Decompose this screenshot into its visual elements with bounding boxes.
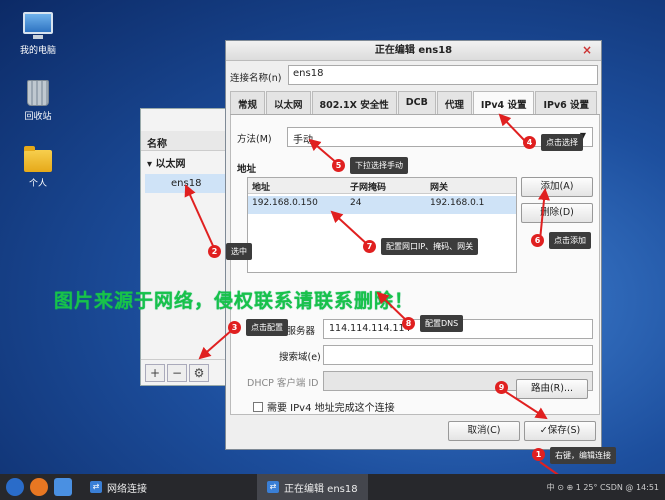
annotation-tip-1: 右键，编辑连接	[550, 447, 616, 464]
add-connection-button[interactable]: +	[145, 364, 165, 382]
dialog-titlebar: 正在编辑 ens18 ×	[226, 41, 601, 61]
tab-dcb[interactable]: DCB	[397, 91, 436, 114]
checkbox-box[interactable]	[253, 401, 263, 412]
browser-icon[interactable]	[30, 478, 48, 496]
connection-toolbar: + − ⚙	[141, 359, 229, 385]
desktop-icon-label: 我的电脑	[19, 46, 56, 56]
computer-icon	[23, 12, 53, 39]
add-address-button[interactable]: 添加(A)	[521, 177, 593, 197]
annotation-tip-5: 下拉选择手动	[350, 157, 408, 174]
annotation-badge-1: 1	[532, 448, 545, 461]
require-ipv4-label: 需要 IPv4 地址完成这个连接	[267, 403, 395, 414]
column-header-name: 名称	[141, 131, 229, 151]
annotation-badge-2: 2	[208, 245, 221, 258]
remove-connection-button[interactable]: −	[167, 364, 187, 382]
task-label: 正在编辑 ens18	[284, 483, 358, 495]
column-header-address: 地址	[252, 183, 271, 193]
save-button[interactable]: ✓保存(S)	[524, 421, 596, 441]
tab-ipv6-settings[interactable]: IPv6 设置	[535, 91, 598, 114]
delete-address-button[interactable]: 删除(D)	[521, 203, 593, 223]
start-menu-icon[interactable]	[6, 478, 24, 496]
network-icon: ⇄	[90, 481, 102, 493]
annotation-tip-3: 点击配置	[246, 319, 288, 336]
cell-netmask[interactable]: 24	[346, 196, 426, 214]
tab-proxy[interactable]: 代理	[436, 91, 472, 114]
system-tray[interactable]: 中 ⊙ ⊕ 1 25° CSDN @ 14:51	[547, 482, 659, 493]
cell-gateway[interactable]: 192.168.0.1	[426, 196, 516, 214]
task-network-connections[interactable]: ⇄ 网络连接	[80, 474, 157, 500]
annotation-tip-4: 点击选择	[541, 134, 583, 151]
ipv4-settings-panel: 方法(M) 手动 ▼ 地址 地址 子网掩码 网关 192.168.0.150 2…	[230, 115, 600, 415]
annotation-tip-7: 配置网口IP、掩码、网关	[381, 238, 479, 255]
desktop-icon-trash[interactable]: 回收站	[8, 80, 68, 122]
desktop-icon-label: 个人	[28, 179, 47, 189]
connection-name-input[interactable]: ens18	[288, 65, 598, 85]
column-header-netmask: 子网掩码	[350, 183, 387, 193]
annotation-tip-6: 点击添加	[549, 232, 591, 249]
desktop-icon-home[interactable]: 个人	[8, 146, 68, 189]
tab-general[interactable]: 常规	[230, 91, 266, 114]
annotation-badge-7: 7	[363, 240, 376, 253]
task-edit-ens18[interactable]: ⇄ 正在编辑 ens18	[257, 474, 368, 500]
desktop-icon-computer[interactable]: 我的电脑	[8, 12, 68, 56]
close-icon[interactable]: ×	[579, 43, 595, 59]
annotation-badge-5: 5	[332, 159, 345, 172]
annotation-badge-9: 9	[495, 381, 508, 394]
annotation-badge-6: 6	[531, 234, 544, 247]
tab-8021x-security[interactable]: 802.1X 安全性	[311, 91, 397, 114]
file-manager-icon[interactable]	[54, 478, 72, 496]
configure-connection-button[interactable]: ⚙	[189, 364, 209, 382]
search-domain-input[interactable]	[323, 345, 593, 365]
annotation-tip-2: 选中	[226, 243, 252, 260]
desktop-icon-label: 回收站	[24, 112, 52, 122]
settings-tabs: 常规 以太网 802.1X 安全性 DCB 代理 IPv4 设置 IPv6 设置	[230, 91, 600, 115]
dhcp-client-id-label: DHCP 客户端 ID	[247, 378, 319, 389]
require-ipv4-checkbox[interactable]: 需要 IPv4 地址完成这个连接	[253, 399, 395, 414]
watermark-text: 图片来源于网络，侵权联系请联系删除！	[54, 290, 415, 312]
network-icon: ⇄	[267, 481, 279, 493]
address-section-label: 地址	[237, 164, 257, 175]
method-value: 手动	[293, 135, 313, 146]
folder-icon	[24, 146, 52, 172]
table-header: 地址 子网掩码 网关	[248, 178, 516, 194]
dialog-title: 正在编辑 ens18	[374, 45, 453, 56]
table-row[interactable]: 192.168.0.150 24 192.168.0.1	[248, 196, 516, 214]
tab-ethernet[interactable]: 以太网	[266, 91, 311, 114]
address-table[interactable]: 地址 子网掩码 网关 192.168.0.150 24 192.168.0.1	[247, 177, 517, 273]
annotation-badge-8: 8	[402, 317, 415, 330]
task-label: 网络连接	[107, 483, 147, 495]
group-ethernet[interactable]: ▾ 以太网	[141, 151, 229, 174]
taskbar: ⇄ 网络连接 ⇄ 正在编辑 ens18 中 ⊙ ⊕ 1 25° CSDN @ 1…	[0, 474, 665, 500]
cancel-button[interactable]: 取消(C)	[448, 421, 520, 441]
column-header-gateway: 网关	[430, 183, 449, 193]
routes-button[interactable]: 路由(R)...	[516, 379, 588, 399]
method-label: 方法(M)	[237, 134, 272, 145]
connection-name-label: 连接名称(n)	[230, 73, 282, 84]
annotation-badge-4: 4	[523, 136, 536, 149]
connection-item-ens18[interactable]: ens18	[145, 174, 229, 193]
annotation-tip-8: 配置DNS	[420, 315, 464, 332]
cell-address[interactable]: 192.168.0.150	[248, 196, 346, 214]
tab-ipv4-settings[interactable]: IPv4 设置	[472, 91, 535, 114]
trash-icon	[27, 80, 49, 106]
annotation-badge-3: 3	[228, 321, 241, 334]
search-domain-label: 搜索域(e)	[279, 352, 321, 363]
